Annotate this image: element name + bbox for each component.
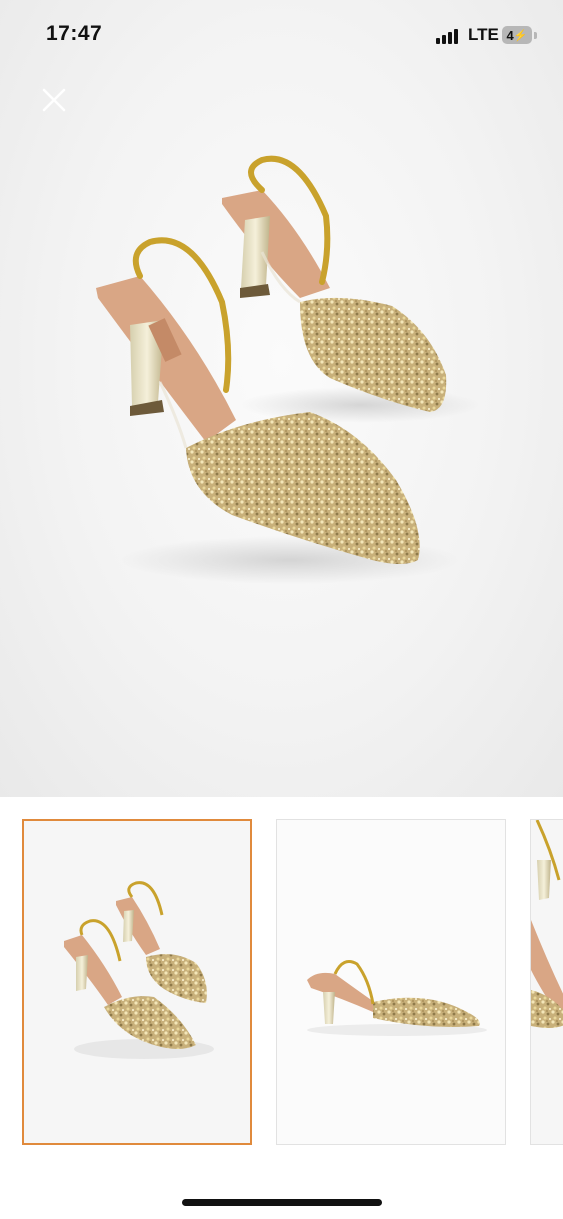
product-main-image (96, 155, 480, 584)
charging-bolt-icon: ⚡ (513, 29, 528, 42)
status-bar: 17:47 LTE 4 ⚡ (0, 0, 563, 70)
status-time: 17:47 (46, 22, 103, 45)
battery-icon: 4 ⚡ (502, 26, 532, 44)
close-button[interactable] (36, 82, 72, 118)
thumbnail-2[interactable] (276, 819, 506, 1145)
product-image-viewer[interactable]: 17:47 LTE 4 ⚡ (0, 0, 563, 797)
home-indicator[interactable] (182, 1199, 382, 1206)
battery-nub (534, 32, 537, 39)
thumbnail-1[interactable] (22, 819, 252, 1145)
thumbnail-image-pair (24, 821, 250, 1143)
network-type: LTE (468, 25, 499, 44)
thumbnail-3[interactable] (530, 819, 563, 1145)
thumbnail-image-side (277, 820, 505, 1144)
battery-level: 4 (506, 27, 514, 43)
thumbnail-image-partial (531, 820, 563, 1144)
thumbnail-strip[interactable] (0, 797, 563, 1167)
cellular-signal-icon (436, 28, 462, 44)
close-icon (42, 88, 66, 112)
